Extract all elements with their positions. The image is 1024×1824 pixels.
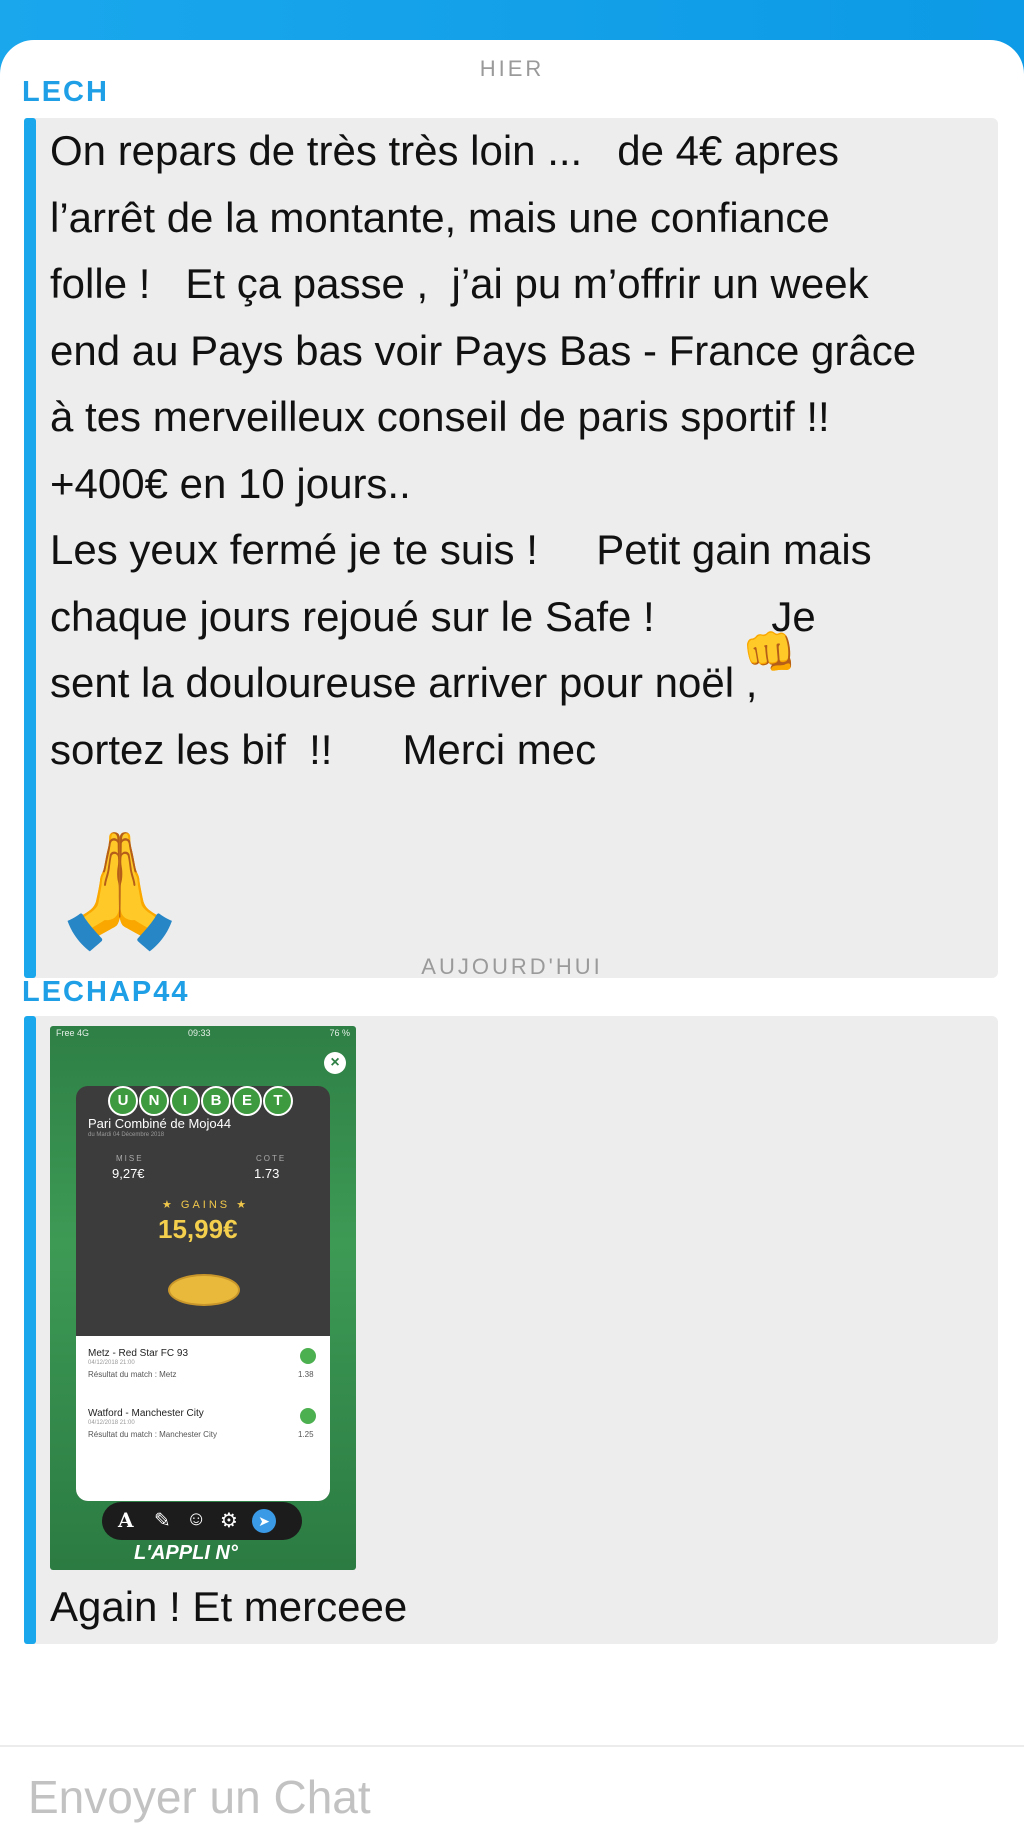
match-datetime: 04/12/2018 21:00 xyxy=(88,1420,135,1426)
stake-label: MISE xyxy=(116,1154,144,1163)
text-line: Les yeux fermé je te suis ! Petit gain m… xyxy=(50,526,872,573)
bet-date: du Mardi 04 Décembre 2018 xyxy=(88,1132,165,1138)
odds-value: 1.73 xyxy=(254,1166,280,1181)
message-text: On repars de très très loin ... de 4€ ap… xyxy=(50,118,1010,783)
app-footer-text: L'APPLI N° xyxy=(134,1542,238,1564)
thumbs-up-icon xyxy=(300,1408,316,1424)
match-teams: Metz - Red Star FC 93 xyxy=(88,1348,189,1359)
text-line: l’arrêt de la montante, mais une confian… xyxy=(50,193,830,241)
message-bubble[interactable]: On repars de très très loin ... de 4€ ap… xyxy=(24,118,998,978)
close-icon[interactable]: × xyxy=(324,1052,346,1074)
fist-emoji-icon: 👊 xyxy=(742,628,797,677)
status-time: 09:33 xyxy=(188,1028,211,1038)
chat-input[interactable]: Envoyer un Chat xyxy=(28,1770,371,1824)
sender-color-bar xyxy=(24,118,36,978)
send-icon[interactable]: ➤ xyxy=(252,1509,276,1533)
bet-title: Pari Combiné de Mojo44 xyxy=(88,1116,232,1131)
phone-status-bar: Free 4G 09:33 76 % xyxy=(56,1028,350,1042)
praying-hands-emoji-icon: 🙏 xyxy=(50,827,190,952)
status-battery: 76 % xyxy=(329,1028,350,1038)
match-result: Résultat du match : Manchester City xyxy=(88,1430,217,1439)
bet-card: Pari Combiné de Mojo44 du Mardi 04 Décem… xyxy=(76,1086,330,1501)
text-line: chaque jours rejoué sur le Safe ! Je xyxy=(50,592,816,640)
message-sender[interactable]: LECHAP44 xyxy=(22,976,190,1009)
gains-label: ★ GAINS ★ xyxy=(162,1199,250,1211)
gear-icon[interactable]: ⚙ xyxy=(220,1508,238,1533)
coins-icon xyxy=(168,1274,240,1306)
match-datetime: 04/12/2018 21:00 xyxy=(88,1360,135,1366)
gains-value: 15,99€ xyxy=(158,1214,238,1244)
text-line: sortez les bif !! Merci mec xyxy=(50,725,597,773)
composer-divider xyxy=(0,1745,1024,1747)
unibet-logo: UNIBET xyxy=(108,1086,294,1116)
pencil-icon[interactable]: ✎ xyxy=(154,1508,171,1533)
status-carrier: Free 4G xyxy=(56,1028,90,1038)
match-odds: 1.25 xyxy=(298,1430,314,1439)
match-teams: Watford - Manchester City xyxy=(88,1408,204,1419)
match-result: Résultat du match : Metz xyxy=(88,1370,177,1379)
text-line: sent la douloureuse arriver pour noël , xyxy=(50,659,758,706)
chat-sheet: HIER LECH On repars de très très loin ..… xyxy=(0,40,1024,1823)
text-line: folle ! Et ça passe , j’ai pu m’offrir u… xyxy=(50,260,869,307)
text-tool-icon[interactable]: A xyxy=(118,1508,134,1532)
message-sender[interactable]: LECH xyxy=(22,76,109,109)
sender-color-bar xyxy=(24,1016,36,1644)
stake-value: 9,27€ xyxy=(112,1166,145,1181)
snap-edit-toolbar: A ✎ ☺ ⚙ ➤ xyxy=(102,1502,302,1540)
message-bubble-media[interactable]: Free 4G 09:33 76 % × Pari Combiné de Moj… xyxy=(24,1016,998,1644)
message-caption: Again ! Et merceee xyxy=(50,1583,408,1630)
smiley-icon[interactable]: ☺ xyxy=(186,1508,206,1531)
match-odds: 1.38 xyxy=(298,1370,314,1379)
day-separator-yesterday: HIER xyxy=(479,56,545,81)
text-line: à tes merveilleux conseil de paris sport… xyxy=(50,393,830,440)
thumbs-up-icon xyxy=(300,1348,316,1364)
odds-label: COTE xyxy=(256,1154,287,1163)
attached-screenshot[interactable]: Free 4G 09:33 76 % × Pari Combiné de Moj… xyxy=(50,1026,356,1570)
text-line: On repars de très très loin ... de 4€ ap… xyxy=(50,127,840,174)
text-line: end au Pays bas voir Pays Bas - France g… xyxy=(50,326,917,374)
text-line: +400€ en 10 jours.. xyxy=(50,459,411,507)
